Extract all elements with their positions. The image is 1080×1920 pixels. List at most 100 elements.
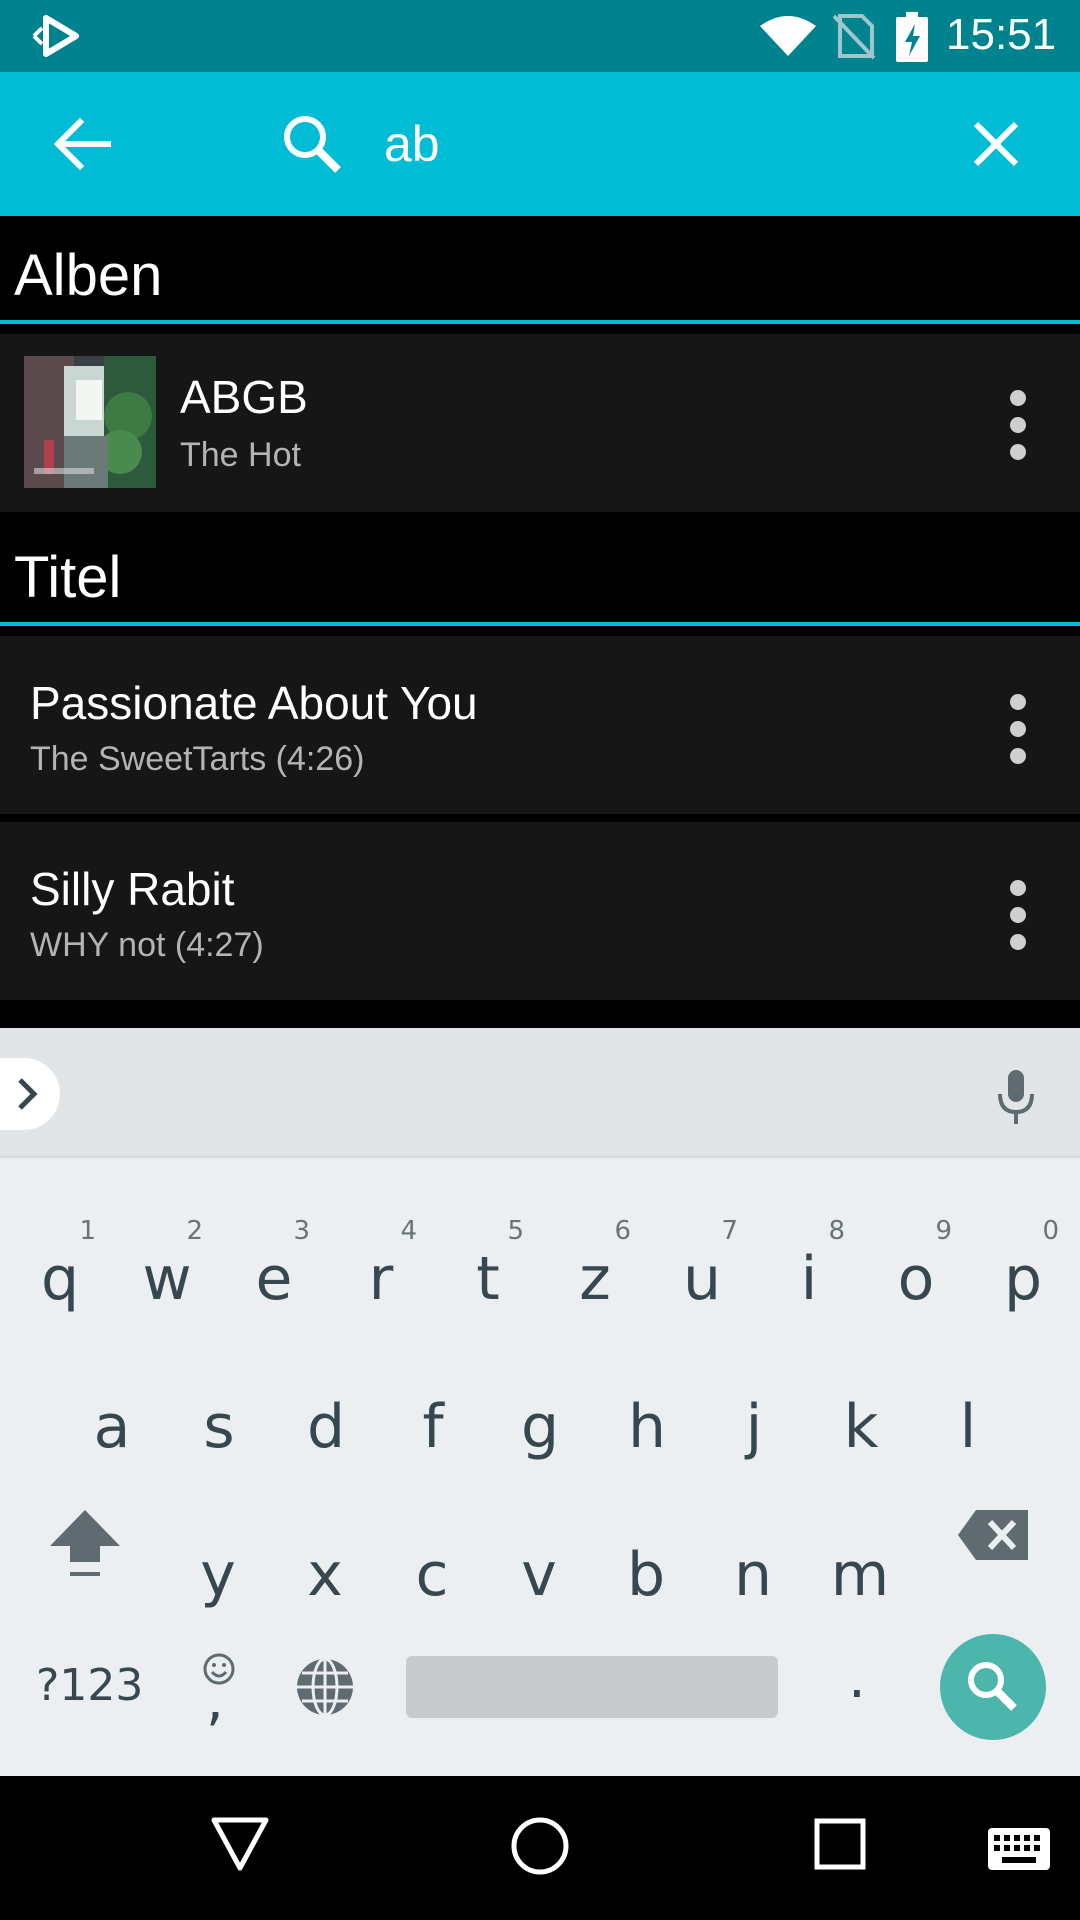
key-d[interactable]: d	[276, 1372, 376, 1492]
key-e[interactable]: e3	[224, 1216, 324, 1344]
key-label: m	[830, 1540, 890, 1610]
microphone-icon[interactable]	[994, 1068, 1038, 1128]
suggestion-strip	[0, 1028, 1080, 1158]
album-artwork	[24, 356, 156, 488]
key-hint: 5	[507, 1216, 524, 1246]
soft-keyboard: q1w2e3r4t5z6u7i8o9p0 asdfghjkl yxcvbnm ?…	[0, 1028, 1080, 1776]
backspace-icon[interactable]	[956, 1508, 1030, 1562]
comma-key[interactable]: ,	[206, 1668, 224, 1733]
home-circle-icon[interactable]	[510, 1816, 570, 1876]
key-x[interactable]: x	[275, 1520, 375, 1640]
battery-charging-icon	[896, 12, 928, 62]
key-z[interactable]: z6	[545, 1216, 645, 1344]
track-title: Silly Rabit	[30, 863, 235, 915]
key-label: y	[200, 1540, 236, 1610]
search-icon	[284, 116, 341, 173]
more-vert-icon[interactable]	[1008, 880, 1028, 950]
back-triangle-icon[interactable]	[210, 1816, 270, 1872]
recents-square-icon[interactable]	[814, 1818, 866, 1870]
key-v[interactable]: v	[489, 1520, 589, 1640]
search-key[interactable]	[940, 1634, 1046, 1740]
key-i[interactable]: i8	[759, 1216, 859, 1344]
key-label: j	[745, 1392, 763, 1462]
track-title: Passionate About You	[30, 677, 478, 729]
key-label: d	[306, 1392, 346, 1462]
album-artist: The Hot	[180, 436, 301, 474]
key-p[interactable]: p0	[973, 1216, 1073, 1344]
key-label: v	[521, 1540, 557, 1610]
symbols-key[interactable]: ?123	[36, 1660, 143, 1711]
key-g[interactable]: g	[490, 1372, 590, 1492]
key-label: i	[800, 1244, 818, 1314]
key-y[interactable]: y	[168, 1520, 268, 1640]
key-r[interactable]: r4	[331, 1216, 431, 1344]
track-row[interactable]: Passionate About You The SweetTarts (4:2…	[0, 636, 1080, 814]
key-label: u	[682, 1244, 722, 1314]
key-label: z	[579, 1244, 611, 1314]
key-label: r	[368, 1244, 394, 1314]
key-label: h	[627, 1392, 667, 1462]
section-title: Alben	[14, 243, 163, 308]
more-vert-icon[interactable]	[1008, 390, 1028, 460]
key-hint: 8	[828, 1216, 845, 1246]
section-divider	[0, 320, 1080, 324]
key-hint: 7	[721, 1216, 738, 1246]
key-label: e	[255, 1244, 293, 1314]
more-vert-icon[interactable]	[1008, 694, 1028, 764]
close-icon[interactable]	[966, 114, 1026, 174]
key-h[interactable]: h	[597, 1372, 697, 1492]
keyboard-switch-icon[interactable]	[988, 1828, 1050, 1870]
key-label: x	[307, 1540, 343, 1610]
key-w[interactable]: w2	[117, 1216, 217, 1344]
key-label: g	[520, 1392, 560, 1462]
key-j[interactable]: j	[704, 1372, 804, 1492]
shift-icon[interactable]	[48, 1506, 122, 1580]
period-key[interactable]: .	[848, 1646, 866, 1711]
globe-icon[interactable]	[294, 1656, 356, 1718]
key-hint: 3	[293, 1216, 310, 1246]
track-subtitle: WHY not (4:27)	[30, 926, 264, 964]
key-m[interactable]: m	[810, 1520, 910, 1640]
back-arrow-icon[interactable]	[52, 116, 112, 172]
key-f[interactable]: f	[383, 1372, 483, 1492]
key-q[interactable]: q1	[10, 1216, 110, 1344]
key-n[interactable]: n	[703, 1520, 803, 1640]
key-l[interactable]: l	[918, 1372, 1018, 1492]
section-header-tracks: Titel	[0, 518, 1080, 626]
key-label: o	[897, 1244, 935, 1314]
search-toolbar	[0, 72, 1080, 216]
key-label: a	[93, 1392, 131, 1462]
key-c[interactable]: c	[382, 1520, 482, 1640]
search-icon	[968, 1662, 1017, 1711]
key-label: b	[626, 1540, 666, 1610]
space-key[interactable]	[406, 1656, 778, 1718]
key-label: p	[1003, 1244, 1043, 1314]
key-label: l	[959, 1392, 977, 1462]
key-hint: 2	[186, 1216, 203, 1246]
no-sim-icon	[832, 14, 876, 60]
key-label: n	[733, 1540, 773, 1610]
key-u[interactable]: u7	[652, 1216, 752, 1344]
album-title: ABGB	[180, 371, 308, 423]
wifi-icon	[760, 16, 816, 56]
app-notification-icon	[32, 15, 79, 57]
key-b[interactable]: b	[596, 1520, 696, 1640]
key-label: t	[476, 1244, 500, 1314]
track-row[interactable]: Silly Rabit WHY not (4:27)	[0, 822, 1080, 1000]
key-label: c	[415, 1540, 449, 1610]
key-s[interactable]: s	[169, 1372, 269, 1492]
expand-suggestions-icon[interactable]	[0, 1058, 60, 1130]
section-divider	[0, 622, 1080, 626]
track-subtitle: The SweetTarts (4:26)	[30, 740, 365, 778]
key-t[interactable]: t5	[438, 1216, 538, 1344]
album-row[interactable]: ABGB The Hot	[0, 334, 1080, 512]
key-label: q	[40, 1244, 80, 1314]
key-label: k	[843, 1392, 879, 1462]
search-input[interactable]	[384, 112, 924, 176]
key-hint: 9	[935, 1216, 952, 1246]
key-a[interactable]: a	[62, 1372, 162, 1492]
key-label: s	[203, 1392, 235, 1462]
section-title: Titel	[14, 545, 122, 610]
key-o[interactable]: o9	[866, 1216, 966, 1344]
key-k[interactable]: k	[811, 1372, 911, 1492]
